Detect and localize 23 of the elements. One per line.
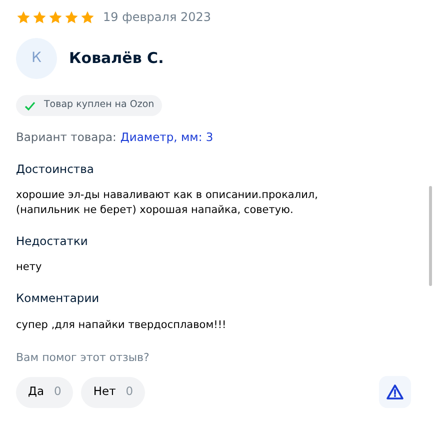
section-title: Комментарии — [16, 290, 100, 308]
avatar: К — [16, 38, 57, 79]
review-date: 19 февраля 2023 — [103, 9, 212, 26]
helpful-question: Вам помог этот отзыв? — [16, 350, 150, 366]
report-button[interactable] — [379, 376, 411, 408]
section-text: хорошие эл-ды наваливают как в описании.прокалил, (напильник не берет) хорошая напайка, советую. — [16, 188, 319, 218]
star-icon — [64, 10, 79, 24]
star-icon — [32, 10, 47, 24]
section-text: супер ,для напайки твердосплавом!!! — [16, 318, 228, 332]
star-icon — [80, 10, 95, 24]
section-title: Достоинства — [16, 160, 95, 178]
vote-button[interactable]: Нет 0 — [81, 376, 146, 408]
author-name: Ковалёв С. — [69, 48, 164, 70]
scrollbar[interactable] — [429, 186, 432, 286]
star-icon — [16, 10, 31, 24]
section-text: нету — [16, 260, 43, 276]
star-icon — [48, 10, 63, 24]
variant-value[interactable]: Диаметр, мм: 3 — [120, 128, 214, 146]
variant-label: Вариант товара: — [16, 128, 116, 146]
vote-button[interactable]: Да 0 — [16, 376, 74, 408]
badge-text: Товар куплен на Ozon — [44, 98, 154, 112]
warning-icon — [386, 384, 404, 400]
section-title: Недостатки — [16, 233, 89, 250]
